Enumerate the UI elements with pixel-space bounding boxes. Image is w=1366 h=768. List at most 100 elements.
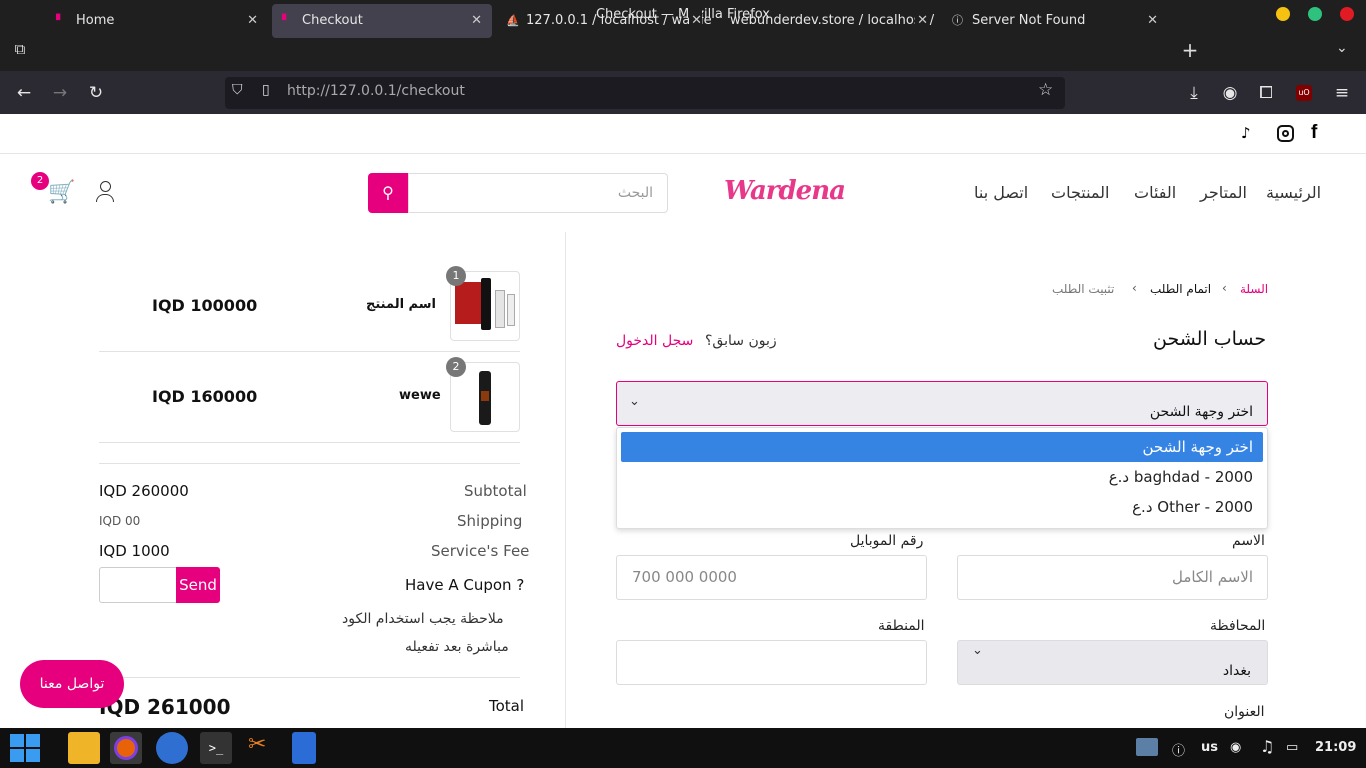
mobile-field[interactable]: 700 000 0000: [616, 555, 927, 600]
coupon-note-line1: ملاحظة يجب استخدام الكود: [342, 611, 504, 627]
search-button[interactable]: ⚲: [368, 173, 408, 213]
login-link[interactable]: سجل الدخول: [616, 333, 693, 349]
forward-icon[interactable]: →: [48, 81, 72, 105]
close-tab-icon[interactable]: ✕: [689, 4, 702, 38]
shipping-select[interactable]: ⌄ اختر وجهة الشحن: [616, 381, 1268, 426]
coupon-note-line2: مباشرة بعد تفعيله: [405, 639, 509, 655]
clock[interactable]: 21:09: [1315, 740, 1356, 755]
ublock-icon[interactable]: uO: [1296, 85, 1312, 101]
maximize-button[interactable]: [1308, 7, 1322, 21]
page-icon[interactable]: ▯: [262, 82, 270, 98]
total-label: Total: [489, 697, 525, 715]
subtotal-label: Subtotal: [464, 482, 527, 500]
info-icon: ⓘ: [952, 14, 963, 27]
shipping-option[interactable]: baghdad - 2000 د.ع: [621, 462, 1263, 492]
close-tab-icon[interactable]: ✕: [1147, 4, 1158, 38]
tab-label: Home: [76, 13, 115, 28]
tab-label: webunderdev.store / localhost /: [730, 13, 935, 28]
text-editor-icon[interactable]: [292, 732, 316, 764]
downloads-icon[interactable]: ⤓: [1182, 81, 1206, 105]
close-window-button[interactable]: [1340, 7, 1354, 21]
province-select[interactable]: ⌄ بغداد: [957, 640, 1268, 685]
chevron-down-icon: ⌄: [629, 394, 640, 409]
instagram-icon[interactable]: [1277, 125, 1294, 142]
contact-us-button[interactable]: تواصل معنا: [20, 660, 124, 708]
brand-logo[interactable]: Wardena: [724, 176, 846, 206]
shipping-option[interactable]: اختر وجهة الشحن: [621, 432, 1263, 462]
province-value: بغداد: [1222, 663, 1251, 679]
bookmark-star-icon[interactable]: ☆: [1038, 80, 1053, 100]
shipping-selected-value: اختر وجهة الشحن: [1149, 404, 1253, 420]
close-tab-icon[interactable]: ✕: [471, 4, 482, 38]
firefox-taskbar-icon[interactable]: [110, 732, 142, 764]
tiktok-icon[interactable]: ♪: [1241, 124, 1251, 142]
minimize-button[interactable]: [1276, 7, 1290, 21]
close-tab-icon[interactable]: ✕: [915, 4, 928, 38]
cart-count-badge: 2: [31, 172, 49, 190]
files-icon[interactable]: [68, 732, 100, 764]
url-text[interactable]: http://127.0.0.1/checkout: [287, 83, 465, 99]
tab-webunderdev[interactable]: webunderdev.store / localhost / ✕: [716, 4, 938, 38]
social-bar: [0, 114, 1366, 154]
nav-categories[interactable]: الفئات: [1134, 183, 1176, 202]
search-input[interactable]: البحث: [408, 173, 668, 213]
tab-label: Checkout: [302, 13, 363, 28]
battery-icon[interactable]: ▭: [1286, 740, 1298, 755]
item-price: IQD 100000: [152, 296, 258, 315]
breadcrumb-cart[interactable]: السلة: [1240, 282, 1268, 296]
divider-line: [99, 463, 520, 464]
nav-contact[interactable]: اتصل بنا: [974, 183, 1028, 202]
divider-line: [99, 351, 520, 352]
column-divider: [565, 232, 566, 728]
audio-icon[interactable]: ♫: [1260, 737, 1274, 756]
menu-icon[interactable]: ≡: [1330, 81, 1354, 105]
nav-stores[interactable]: المتاجر: [1200, 183, 1247, 202]
user-icon[interactable]: [95, 181, 115, 205]
tab-label: 127.0.0.1 / localhost / warde: [526, 13, 712, 28]
keyboard-layout[interactable]: us: [1201, 740, 1218, 755]
coupon-input[interactable]: [99, 567, 177, 603]
info-icon[interactable]: ⓘ: [1172, 740, 1185, 759]
extensions-icon[interactable]: ⧠: [1254, 81, 1278, 105]
divider-line: [99, 442, 520, 443]
network-icon[interactable]: ◉: [1230, 740, 1241, 755]
item-name: wewe: [399, 388, 441, 403]
breadcrumb-separator-icon: ‹: [1132, 281, 1137, 295]
tab-server-not-found[interactable]: ⓘ Server Not Found ✕: [942, 4, 1168, 38]
form-title: حساب الشحن: [1153, 328, 1267, 350]
tab-home[interactable]: ▘ Home ✕: [46, 4, 268, 38]
cart-icon[interactable]: 🛒: [48, 180, 75, 205]
facebook-icon[interactable]: f: [1311, 122, 1317, 144]
close-tab-icon[interactable]: ✕: [247, 4, 258, 38]
shipping-value: IQD 00: [99, 514, 141, 528]
phpmyadmin-icon: ⛵: [506, 14, 520, 27]
discover-icon[interactable]: [156, 732, 188, 764]
shipping-option[interactable]: Other - 2000 د.ع: [621, 492, 1263, 522]
list-tabs-icon[interactable]: ⌄: [1336, 40, 1348, 56]
tab-phpmyadmin[interactable]: ⛵ 127.0.0.1 / localhost / warde ✕: [496, 4, 712, 38]
display-icon[interactable]: [1136, 738, 1158, 756]
search-icon: ⚲: [382, 183, 394, 202]
account-icon[interactable]: ◉: [1218, 81, 1242, 105]
tab-overview-icon[interactable]: ⧉: [8, 40, 32, 62]
mobile-label: رقم الموبايل: [850, 533, 924, 549]
favicon-icon: ▘: [282, 14, 291, 27]
name-field[interactable]: الاسم الكامل: [957, 555, 1268, 600]
tab-checkout[interactable]: ▘ Checkout ✕: [272, 4, 492, 38]
start-menu-icon[interactable]: [10, 734, 40, 762]
favicon-icon: ▘: [56, 14, 65, 27]
send-coupon-button[interactable]: Send: [176, 567, 220, 603]
shield-icon[interactable]: ⛉: [232, 82, 243, 98]
nav-products[interactable]: المنتجات: [1051, 183, 1110, 202]
screenshot-tool-icon[interactable]: ✂: [248, 732, 266, 757]
returning-customer-text: زبون سابق؟: [705, 333, 777, 349]
item-quantity-badge: 1: [446, 266, 466, 286]
terminal-icon[interactable]: >_: [200, 732, 232, 764]
breadcrumb-checkout[interactable]: اتمام الطلب: [1150, 282, 1211, 296]
tab-label: Server Not Found: [972, 13, 1086, 28]
back-icon[interactable]: ←: [12, 81, 36, 105]
new-tab-button[interactable]: +: [1178, 38, 1202, 62]
reload-icon[interactable]: ↻: [84, 81, 108, 105]
area-field[interactable]: [616, 640, 927, 685]
nav-home[interactable]: الرئيسية: [1266, 183, 1321, 202]
